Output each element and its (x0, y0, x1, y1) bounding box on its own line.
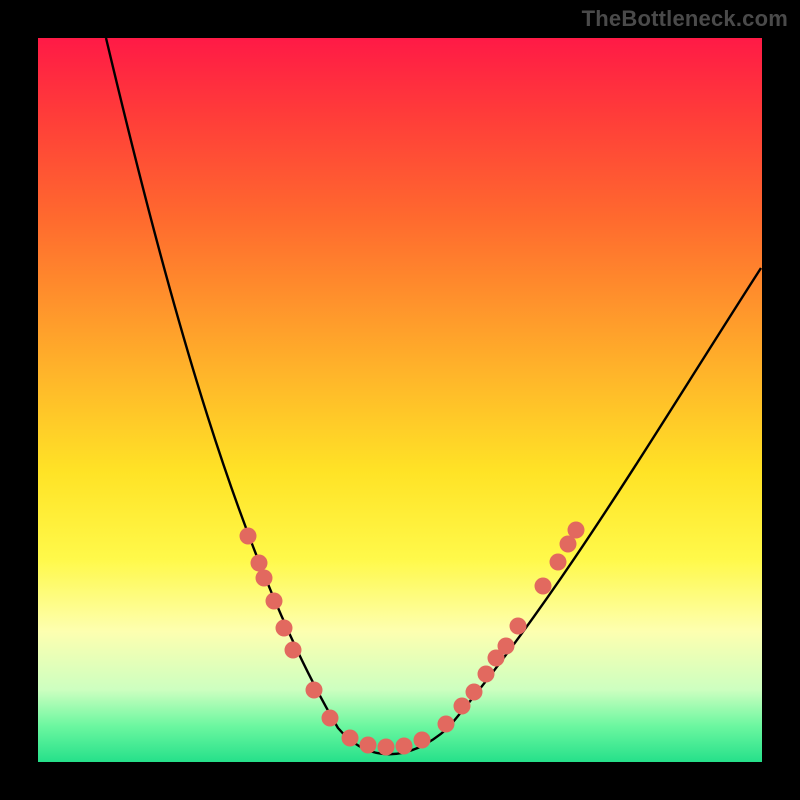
data-marker (414, 732, 431, 749)
watermark-text: TheBottleneck.com (582, 6, 788, 32)
markers-bottom (342, 730, 431, 756)
data-marker (322, 710, 339, 727)
data-marker (550, 554, 567, 571)
data-marker (251, 555, 268, 572)
data-marker (466, 684, 483, 701)
data-marker (568, 522, 585, 539)
data-marker (454, 698, 471, 715)
data-marker (306, 682, 323, 699)
data-marker (498, 638, 515, 655)
data-marker (378, 739, 395, 756)
data-marker (342, 730, 359, 747)
data-marker (266, 593, 283, 610)
chart-frame: TheBottleneck.com (0, 0, 800, 800)
markers-right (438, 522, 585, 733)
plot-area (38, 38, 762, 762)
data-marker (276, 620, 293, 637)
data-marker (240, 528, 257, 545)
data-marker (535, 578, 552, 595)
curve-svg (38, 38, 762, 762)
bottleneck-curve (106, 38, 761, 754)
data-marker (438, 716, 455, 733)
data-marker (256, 570, 273, 587)
data-marker (396, 738, 413, 755)
data-marker (478, 666, 495, 683)
data-marker (510, 618, 527, 635)
markers-left (240, 528, 339, 727)
data-marker (285, 642, 302, 659)
data-marker (360, 737, 377, 754)
